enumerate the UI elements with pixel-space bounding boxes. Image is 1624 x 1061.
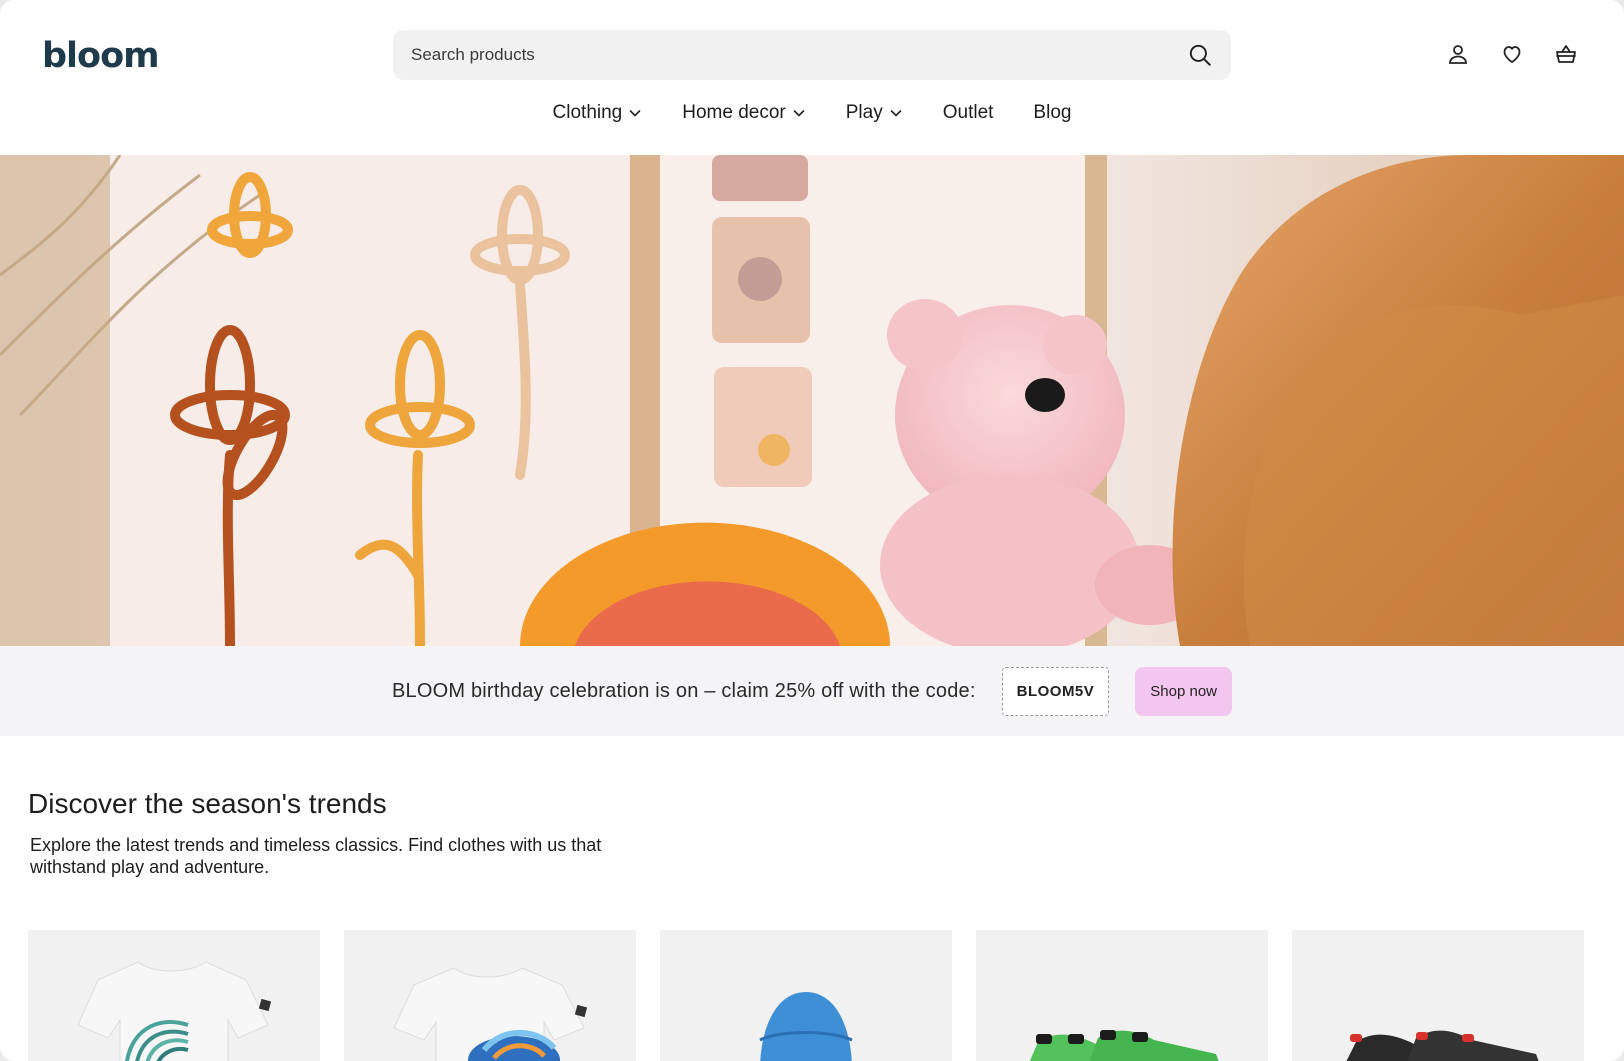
nav-item-label: Outlet	[942, 102, 994, 123]
nav-item-clothing[interactable]: Clothing	[553, 102, 643, 124]
tshirt-wave-image	[393, 967, 588, 1061]
main-navigation: Clothing Home decor Play Outlet Blog	[0, 102, 1624, 124]
promo-text: BLOOM birthday celebration is on – claim…	[391, 679, 976, 702]
wishlist-heart-icon[interactable]	[1498, 40, 1526, 68]
promo-banner: BLOOM birthday celebration is on – claim…	[0, 646, 1624, 736]
tshirt-rainbow-image	[77, 961, 272, 1061]
hero-image[interactable]	[0, 155, 1624, 646]
product-card[interactable]	[1292, 930, 1584, 1061]
chevron-down-icon	[793, 110, 805, 117]
page: bloom Clothing Home decor	[0, 0, 1624, 1061]
product-grid	[28, 930, 1584, 1061]
black-sneakers-image	[1346, 1030, 1539, 1061]
bucket-hat-image	[759, 992, 853, 1061]
nav-item-label: Blog	[1033, 102, 1072, 123]
product-card[interactable]	[976, 930, 1268, 1061]
hero-illustration	[0, 155, 1624, 646]
nav-item-play[interactable]: Play	[846, 102, 903, 124]
brand-logo[interactable]: bloom	[42, 36, 160, 76]
nav-item-label: Home decor	[682, 102, 786, 123]
section-description: Explore the latest trends and timeless c…	[30, 835, 602, 877]
chevron-down-icon	[890, 110, 902, 117]
product-card[interactable]	[660, 930, 952, 1061]
search-input[interactable]	[411, 30, 1171, 80]
nav-item-blog[interactable]: Blog	[1033, 102, 1071, 124]
shop-now-button[interactable]: Shop now	[1135, 666, 1233, 716]
section-title: Discover the season's trends	[28, 788, 387, 819]
account-icon[interactable]	[1444, 40, 1472, 68]
header-actions	[1444, 40, 1580, 68]
basket-icon[interactable]	[1552, 40, 1580, 68]
green-sneakers-image	[1029, 1030, 1219, 1061]
search-bar	[393, 30, 1231, 80]
product-card[interactable]	[28, 930, 320, 1061]
nav-item-home-decor[interactable]: Home decor	[682, 102, 806, 124]
site-header: bloom Clothing Home decor	[0, 0, 1624, 155]
nav-item-outlet[interactable]: Outlet	[943, 102, 994, 124]
chevron-down-icon	[629, 110, 641, 117]
nav-item-label: Clothing	[552, 102, 623, 123]
nav-item-label: Play	[845, 102, 883, 123]
discount-code[interactable]: BLOOM5V	[1001, 666, 1110, 716]
product-card[interactable]	[344, 930, 636, 1061]
search-icon[interactable]	[1187, 42, 1213, 68]
